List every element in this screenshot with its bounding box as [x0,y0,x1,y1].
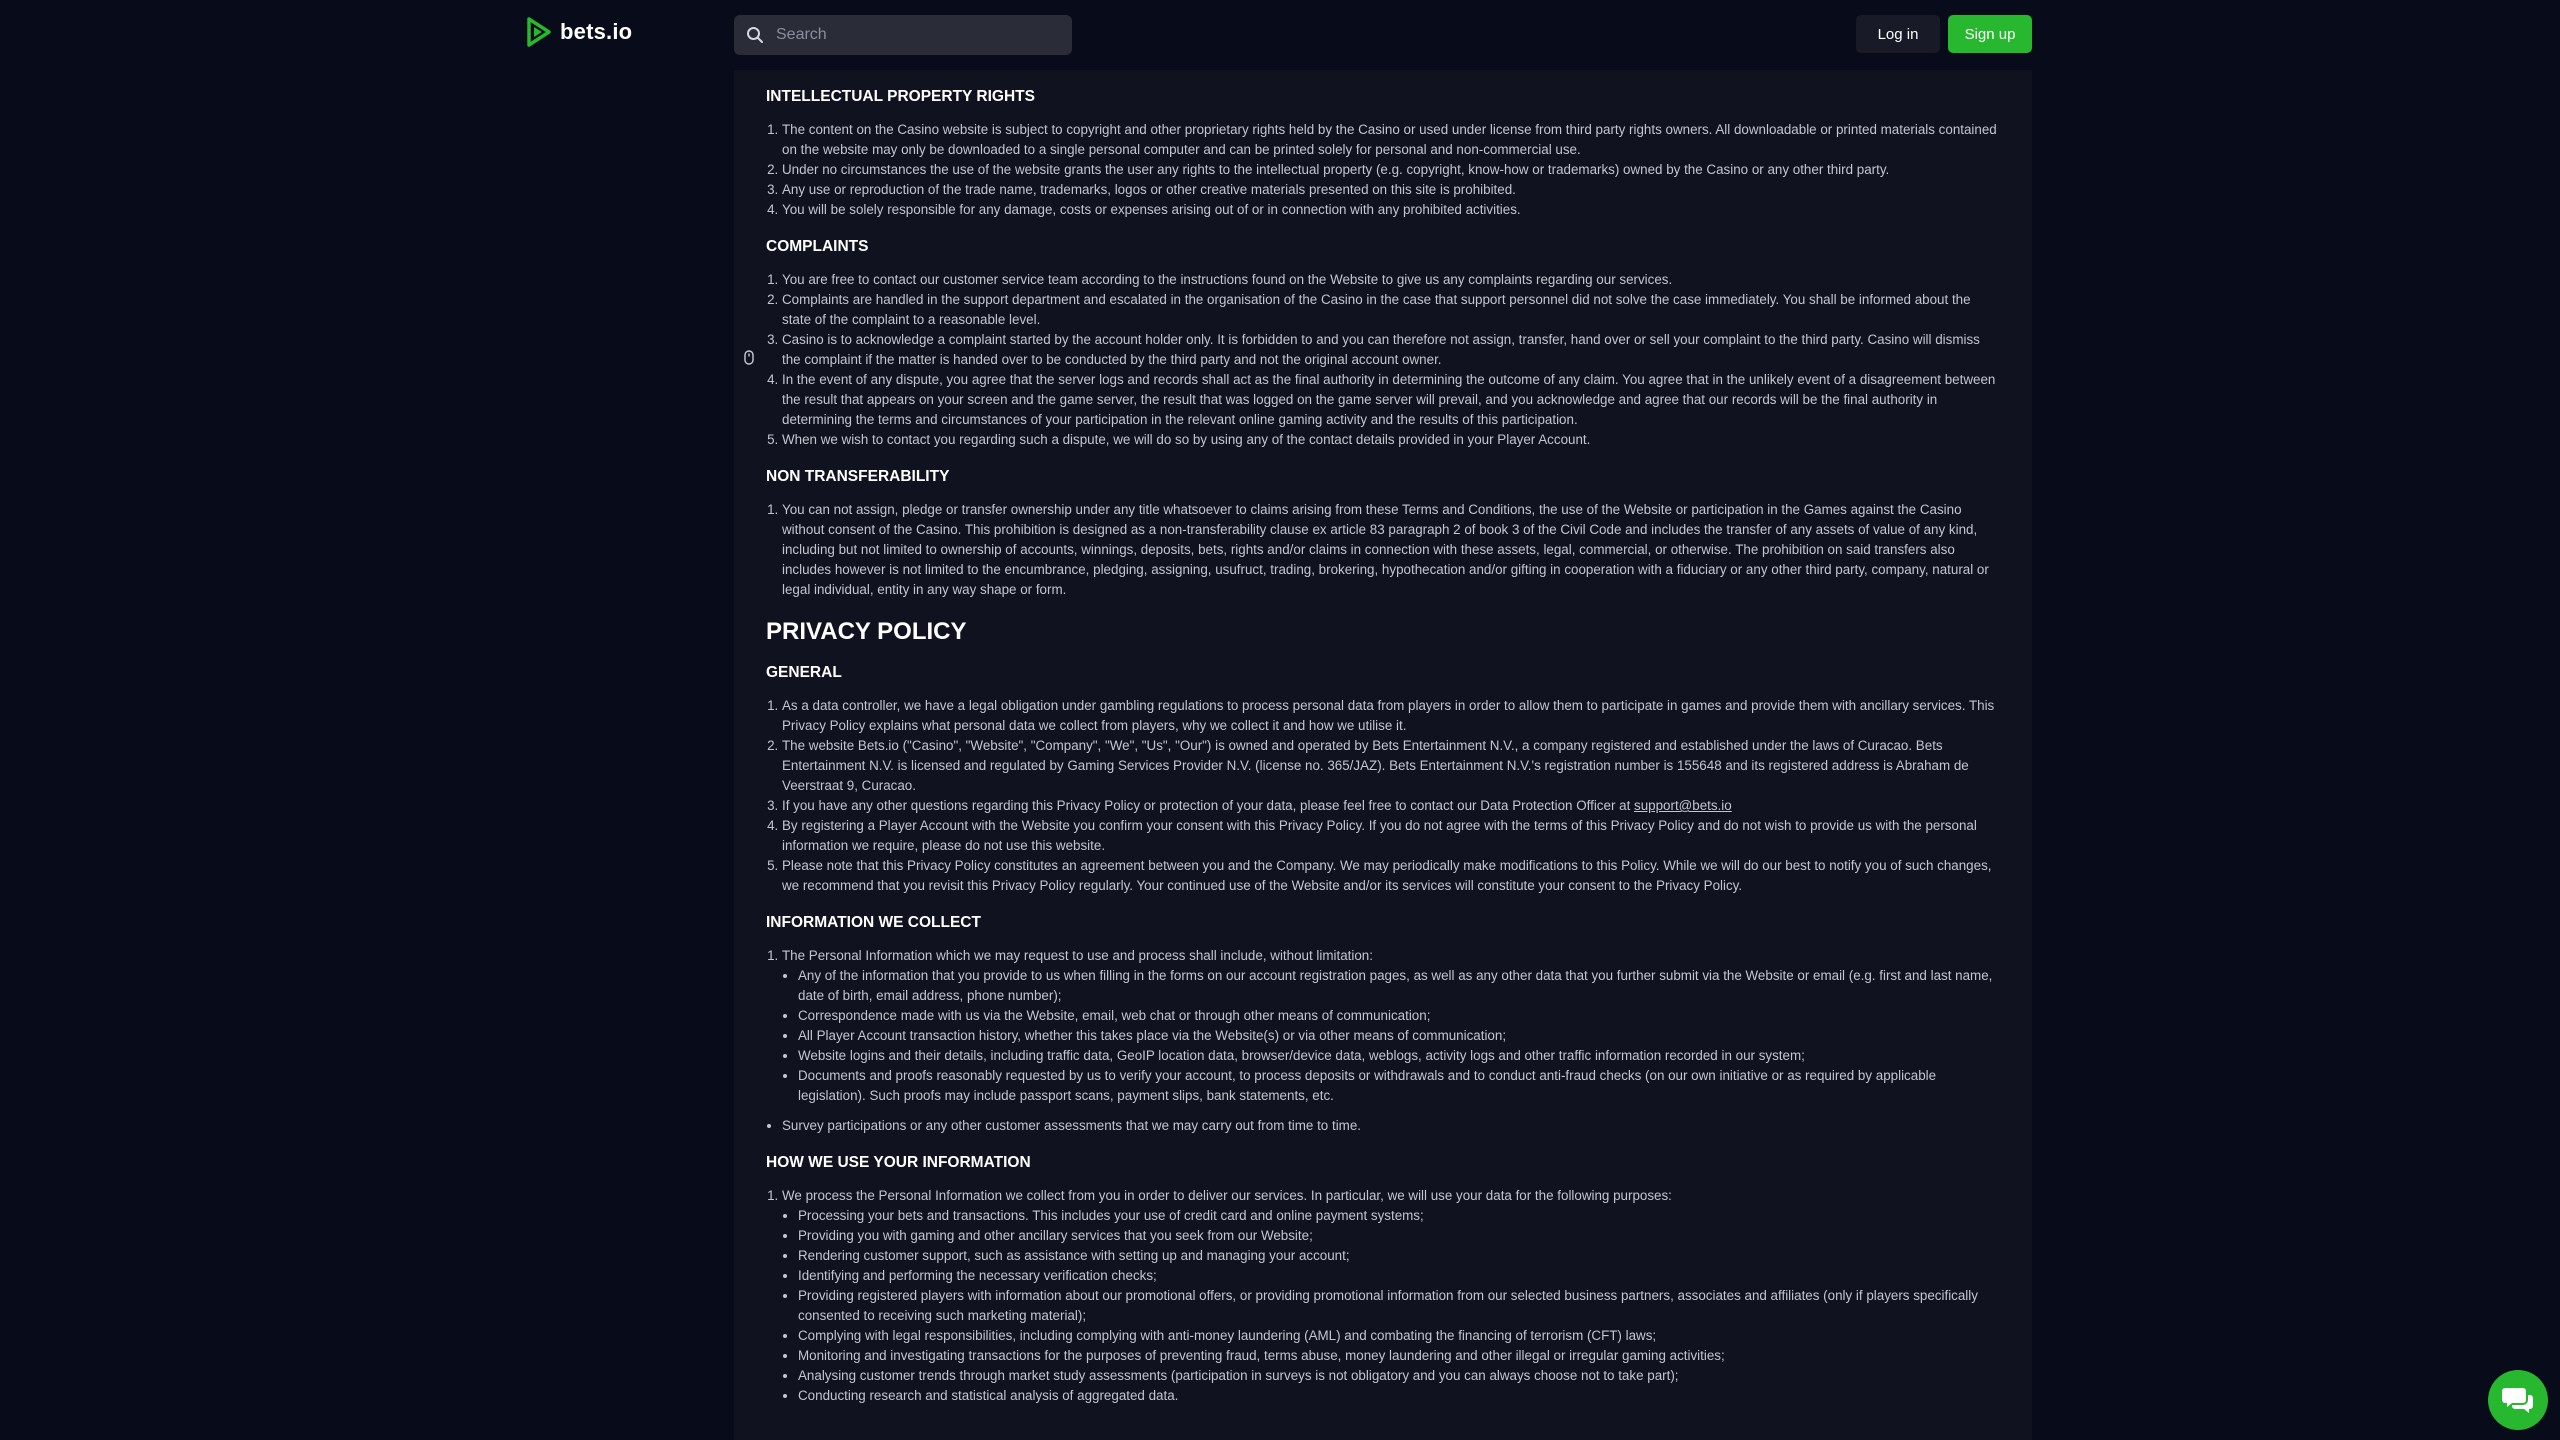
chat-bubble-icon [2502,1388,2533,1413]
use-list: We process the Personal Information we c… [766,1186,2000,1406]
list-item: Please note that this Privacy Policy con… [782,856,2000,896]
bullet-item: Rendering customer support, such as assi… [798,1246,2000,1266]
bullet-item: Website logins and their details, includ… [798,1046,2000,1066]
contact-text: If you have any other questions regardin… [782,798,1635,813]
search-input[interactable] [774,25,1058,45]
section-title-collect: INFORMATION WE COLLECT [766,914,981,931]
collect-extra-list: Survey participations or any other custo… [766,1116,2000,1136]
list-item: Under no circumstances the use of the we… [782,160,2000,180]
login-button[interactable]: Log in [1856,15,1940,53]
bullet-item: Documents and proofs reasonably requeste… [798,1066,2000,1106]
list-item: Complaints are handled in the support de… [782,290,2000,330]
bullet-item: Any of the information that you provide … [798,966,2000,1006]
terms-content[interactable]: INTELLECTUAL PROPERTY RIGHTS The content… [734,70,2032,1440]
list-item: You can not assign, pledge or transfer o… [782,500,2000,600]
logo-text: bets.io [560,19,633,44]
section-title-complaints: COMPLAINTS [766,238,869,255]
bullet-item: All Player Account transaction history, … [798,1026,2000,1046]
list-item: We process the Personal Information we c… [782,1186,2000,1406]
top-bar: bets.io Log in Sign up [0,0,2560,70]
support-email-link[interactable]: support@bets.io [1634,798,1732,813]
collect-list: The Personal Information which we may re… [766,946,2000,1106]
mouse-cursor-icon [744,350,754,365]
use-intro: We process the Personal Information we c… [782,1188,1672,1203]
ip-list: The content on the Casino website is sub… [766,120,2000,220]
list-item: You will be solely responsible for any d… [782,200,2000,220]
bullet-item: Analysing customer trends through market… [798,1366,2000,1386]
bullet-item: Conducting research and statistical anal… [798,1386,2000,1406]
logo-icon [527,17,551,47]
list-item: Any use or reproduction of the trade nam… [782,180,2000,200]
list-item: Casino is to acknowledge a complaint sta… [782,330,2000,370]
bullet-item: Providing registered players with inform… [798,1286,2000,1326]
list-item: You are free to contact our customer ser… [782,270,2000,290]
use-bullets: Processing your bets and transactions. T… [782,1206,2000,1406]
complaints-list: You are free to contact our customer ser… [766,270,2000,450]
list-item: When we wish to contact you regarding su… [782,430,2000,450]
list-item: As a data controller, we have a legal ob… [782,696,2000,736]
list-item: The content on the Casino website is sub… [782,120,2000,160]
section-title-non-transferability: NON TRANSFERABILITY [766,468,950,485]
bullet-item: Providing you with gaming and other anci… [798,1226,2000,1246]
section-title-ip: INTELLECTUAL PROPERTY RIGHTS [766,88,1035,105]
live-chat-button[interactable] [2488,1370,2548,1430]
signup-button[interactable]: Sign up [1948,15,2032,53]
search-box[interactable] [734,15,1072,55]
bullet-item: Survey participations or any other custo… [782,1116,2000,1136]
bullet-item: Identifying and performing the necessary… [798,1266,2000,1286]
section-title-general: GENERAL [766,664,842,681]
non-transfer-list: You can not assign, pledge or transfer o… [766,500,2000,600]
site-logo[interactable]: bets.io [526,16,632,48]
bullet-item: Complying with legal responsibilities, i… [798,1326,2000,1346]
list-item: By registering a Player Account with the… [782,816,2000,856]
collect-bullets: Any of the information that you provide … [782,966,2000,1106]
bullet-item: Processing your bets and transactions. T… [798,1206,2000,1226]
list-item: In the event of any dispute, you agree t… [782,370,2000,430]
search-icon [747,27,763,43]
general-list: As a data controller, we have a legal ob… [766,696,2000,896]
privacy-policy-heading: PRIVACY POLICY [766,618,967,645]
collect-intro: The Personal Information which we may re… [782,948,1373,963]
list-item: The website Bets.io ("Casino", "Website"… [782,736,2000,796]
section-title-use: HOW WE USE YOUR INFORMATION [766,1154,1031,1171]
bullet-item: Correspondence made with us via the Webs… [798,1006,2000,1026]
list-item: If you have any other questions regardin… [782,796,2000,816]
list-item: The Personal Information which we may re… [782,946,2000,1106]
bullet-item: Monitoring and investigating transaction… [798,1346,2000,1366]
